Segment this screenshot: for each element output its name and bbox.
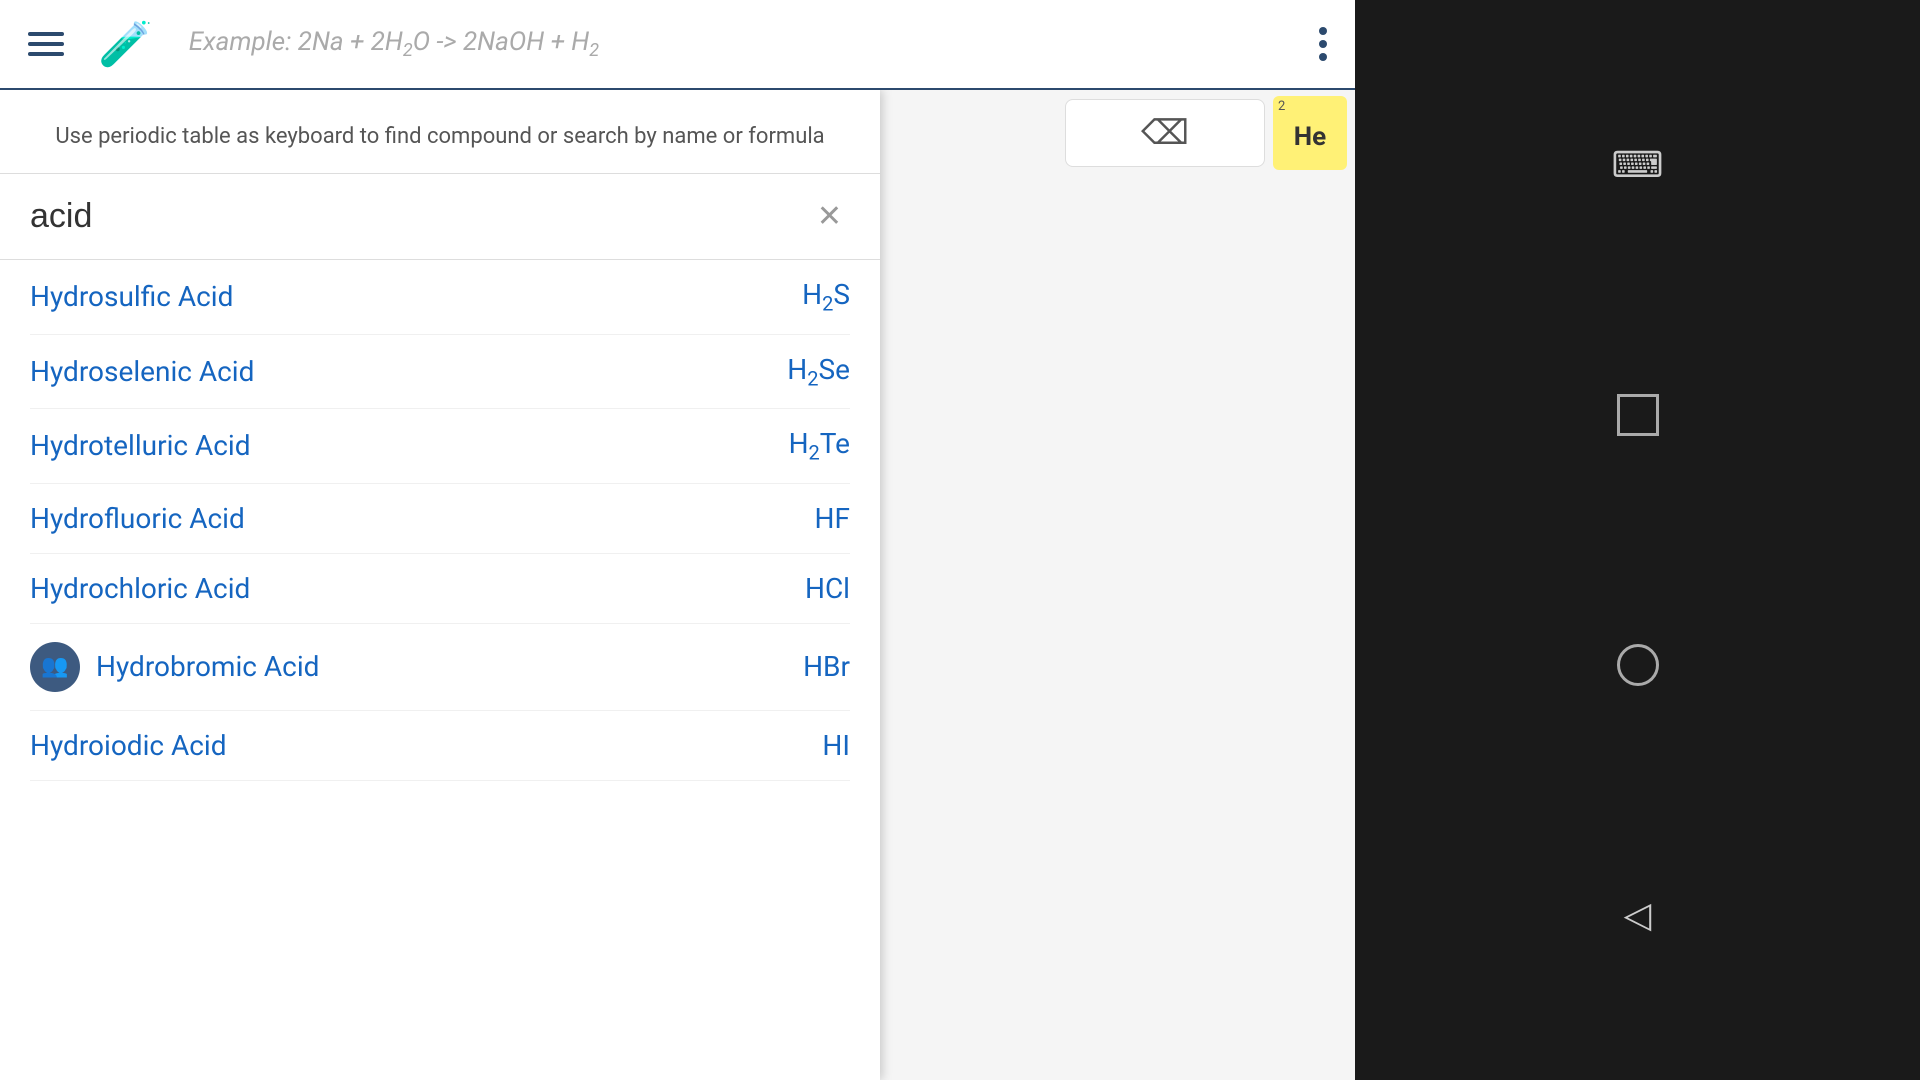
flask-icon: 🧪 bbox=[98, 18, 153, 70]
back-nav-button[interactable]: ◁ bbox=[1624, 894, 1652, 936]
search-input[interactable] bbox=[30, 189, 809, 244]
backspace-button[interactable]: ⌫ bbox=[1065, 99, 1265, 167]
square-nav-button[interactable] bbox=[1617, 394, 1659, 436]
circle-nav-button[interactable] bbox=[1617, 644, 1659, 686]
top-bar: 🧪 Example: 2Na + 2H2O -> 2NaOH + H2 bbox=[0, 0, 1355, 90]
periodic-area: 1 H -1 e 3 Li 4 Be bbox=[0, 90, 1355, 1080]
result-hydrosulfic[interactable]: Hydrosulfic Acid H2S bbox=[30, 260, 850, 335]
people-icon: 👥 bbox=[30, 642, 80, 692]
keyboard-nav-button[interactable]: ⌨ bbox=[1612, 144, 1664, 186]
result-hydrobromic[interactable]: 👥 Hydrobromic Acid HBr bbox=[30, 624, 850, 711]
more-menu-button[interactable] bbox=[1311, 19, 1335, 69]
search-input-row: ✕ bbox=[0, 174, 880, 260]
clear-button[interactable]: ✕ bbox=[809, 191, 850, 242]
result-hydroiodic[interactable]: Hydroiodic Acid HI bbox=[30, 711, 850, 781]
result-hydroselenic[interactable]: Hydroselenic Acid H2Se bbox=[30, 335, 850, 410]
result-hydrochloric[interactable]: Hydrochloric Acid HCl bbox=[30, 554, 850, 624]
android-nav-bar: ⌨ ◁ bbox=[1355, 0, 1920, 1080]
search-overlay: Use periodic table as keyboard to find c… bbox=[0, 90, 880, 1080]
element-He[interactable]: 2 He bbox=[1273, 96, 1347, 170]
search-hint: Use periodic table as keyboard to find c… bbox=[0, 90, 880, 174]
hamburger-menu[interactable] bbox=[20, 24, 72, 64]
formula-example: Example: 2Na + 2H2O -> 2NaOH + H2 bbox=[179, 27, 1291, 61]
results-list: Hydrosulfic Acid H2S Hydroselenic Acid H… bbox=[0, 260, 880, 1080]
result-hydrotelluric[interactable]: Hydrotelluric Acid H2Te bbox=[30, 409, 850, 484]
result-hydrofluoric[interactable]: Hydrofluoric Acid HF bbox=[30, 484, 850, 554]
